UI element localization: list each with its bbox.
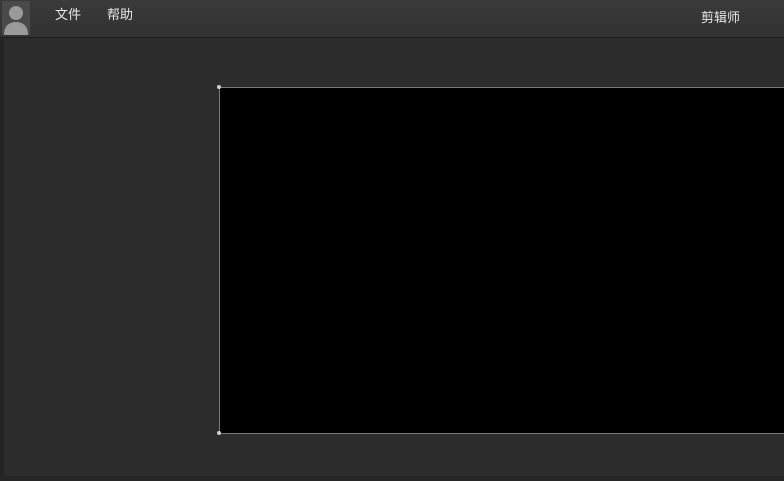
user-avatar-icon[interactable]: [2, 1, 30, 35]
video-preview-canvas[interactable]: [219, 87, 784, 434]
resize-handle-top-left[interactable]: [217, 85, 221, 89]
role-label: 剪辑师: [700, 11, 740, 26]
bottom-edge-strip: [0, 476, 784, 481]
resize-handle-bottom-left[interactable]: [217, 431, 221, 435]
top-menu-bar: 文件 帮助 剪辑师: [0, 0, 784, 38]
menu-file[interactable]: 文件: [55, 0, 81, 34]
left-edge-strip: [0, 39, 4, 481]
app-window: 文件 帮助 剪辑师: [0, 0, 784, 481]
menu-help[interactable]: 帮助: [107, 0, 133, 34]
